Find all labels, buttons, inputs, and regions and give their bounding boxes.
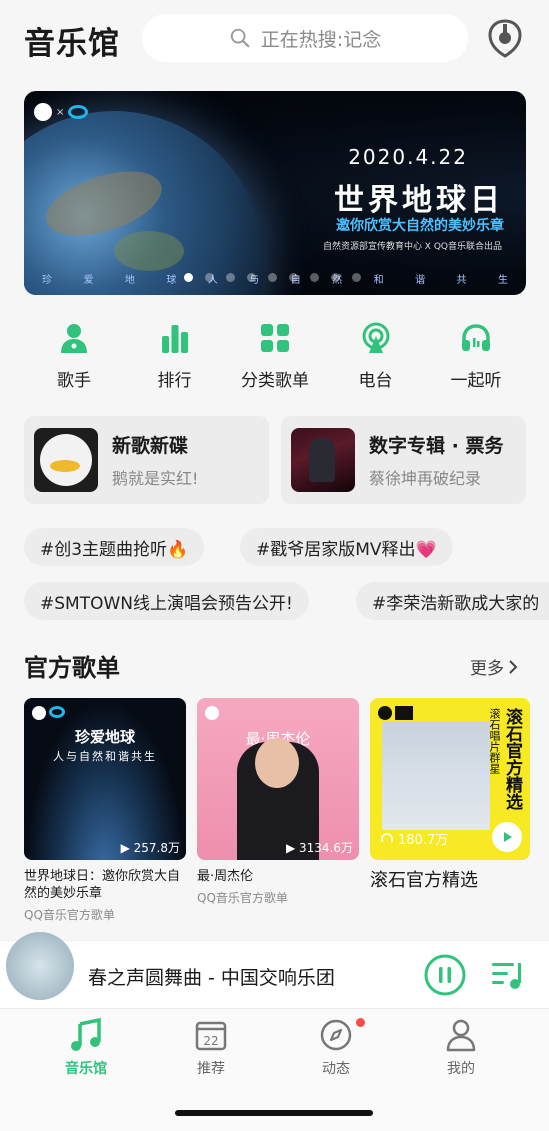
playlist-source: QQ音乐官方歌单 xyxy=(24,908,115,922)
category-listen-together[interactable]: 一起听 xyxy=(426,322,526,391)
penguin-thumbnail xyxy=(34,428,98,492)
person-icon xyxy=(446,1019,476,1052)
carousel-dot[interactable] xyxy=(184,273,193,282)
carousel-indicator[interactable] xyxy=(184,273,361,282)
play-icon xyxy=(504,832,512,842)
playlist-source: QQ音乐官方歌单 xyxy=(197,891,288,905)
chart-icon xyxy=(161,325,188,353)
carousel-dot[interactable] xyxy=(289,273,298,282)
notification-dot xyxy=(356,1018,365,1027)
banner-date: 2020.4.22 xyxy=(348,145,468,169)
page-title: 音乐馆 xyxy=(24,26,120,62)
search-icon xyxy=(230,28,250,48)
grid-icon xyxy=(261,324,289,352)
playlist-cover: 最·周杰伦 ▶ 3134.6万 xyxy=(197,698,359,860)
headphones-icon xyxy=(381,832,393,842)
album-disc[interactable] xyxy=(6,932,74,1000)
more-link[interactable]: 更多 xyxy=(470,654,518,679)
carousel-dot[interactable] xyxy=(268,273,277,282)
play-button[interactable] xyxy=(492,822,522,852)
carousel-dot[interactable] xyxy=(226,273,235,282)
carousel-dot[interactable] xyxy=(205,273,214,282)
category-radio[interactable]: 电台 xyxy=(326,322,426,391)
chevron-right-icon xyxy=(509,659,518,674)
play-count: ▶ 3134.6万 xyxy=(285,841,353,855)
cover-logos xyxy=(32,706,65,720)
banner-subtitle: 邀你欣赏大自然的美妙乐章 xyxy=(336,218,504,234)
category-row: 歌手 排行 分类歌单 电台 一起听 xyxy=(24,322,526,391)
cover-logos xyxy=(378,706,413,720)
hot-tag[interactable]: #创3主题曲抢听🔥 xyxy=(24,528,205,566)
digital-album-card[interactable]: 数字专辑 · 票务 蔡徐坤再破纪录 xyxy=(281,416,526,504)
category-singer[interactable]: 歌手 xyxy=(24,322,124,391)
playlist-cover: 滚石官方精选 滚石唱片群星 180.7万 xyxy=(370,698,530,860)
compass-icon xyxy=(320,1019,352,1051)
carousel-dot[interactable] xyxy=(352,273,361,282)
playlist-name: 滚石官方精选 xyxy=(370,870,478,891)
album-thumbnail xyxy=(291,428,355,492)
hot-tag[interactable]: #SMTOWN线上演唱会预告公开! xyxy=(24,582,309,620)
tab-feed[interactable]: 动态 xyxy=(291,1018,381,1078)
playlist-name: 最·周杰伦 xyxy=(197,869,254,884)
artists-photo xyxy=(382,722,490,830)
recognize-music-icon[interactable] xyxy=(486,18,524,58)
home-indicator[interactable] xyxy=(175,1110,373,1116)
partner-logo-icon xyxy=(68,105,89,119)
playlist-name: 世界地球日：邀你欣赏大自然的美妙乐章 xyxy=(24,869,181,901)
calendar-icon: 22 xyxy=(195,1021,227,1051)
carousel-dot[interactable] xyxy=(331,273,340,282)
playlist-card[interactable]: 珍爱地球 人与自然和谐共生 ▶ 257.8万 世界地球日：邀你欣赏大自然的美妙乐… xyxy=(24,698,186,923)
banner-logos: × xyxy=(34,103,89,121)
tab-me[interactable]: 我的 xyxy=(416,1018,506,1078)
search-input[interactable]: 正在热搜:记念 xyxy=(142,14,468,62)
playlist-card[interactable]: 滚石官方精选 滚石唱片群星 180.7万 滚石官方精选 xyxy=(370,698,530,891)
carousel-dot[interactable] xyxy=(247,273,256,282)
play-count: ▶ 257.8万 xyxy=(120,841,180,855)
hero-banner[interactable]: × 2020.4.22 世界地球日 邀你欣赏大自然的美妙乐章 自然资源部宣传教育… xyxy=(24,91,526,295)
hot-tag[interactable]: #李荣浩新歌成大家的 xyxy=(356,582,549,620)
svg-text:22: 22 xyxy=(203,1034,218,1048)
pause-button[interactable] xyxy=(424,954,466,996)
playlist-queue-icon[interactable] xyxy=(490,958,526,992)
banner-org: 自然资源部宣传教育中心 X QQ音乐联合出品 xyxy=(322,242,502,252)
new-releases-card[interactable]: 新歌新碟 鹅就是实红! xyxy=(24,416,269,504)
section-title: 官方歌单 xyxy=(24,654,120,682)
tab-music-hall[interactable]: 音乐馆 xyxy=(41,1018,131,1078)
music-note-icon xyxy=(71,1018,101,1051)
search-placeholder: 正在热搜:记念 xyxy=(260,28,382,51)
carousel-dot[interactable] xyxy=(310,273,319,282)
singer-icon xyxy=(61,324,87,353)
hot-tag[interactable]: #戳爷居家版MV释出💗 xyxy=(240,528,453,566)
qqmusic-logo-icon xyxy=(34,103,52,121)
headphones-icon xyxy=(462,324,490,351)
listener-count: 180.7万 xyxy=(380,829,448,848)
category-chart[interactable]: 排行 xyxy=(125,322,225,391)
now-playing-title[interactable]: 春之声圆舞曲 - 中国交响乐团 xyxy=(88,963,335,990)
banner-title: 世界地球日 xyxy=(334,183,504,218)
radio-icon xyxy=(362,322,389,353)
playlist-card[interactable]: 最·周杰伦 ▶ 3134.6万 最·周杰伦 QQ音乐官方歌单 xyxy=(197,698,359,906)
playlist-cover: 珍爱地球 人与自然和谐共生 ▶ 257.8万 xyxy=(24,698,186,860)
qqmusic-logo-icon xyxy=(205,706,219,720)
tab-recommend[interactable]: 22 推荐 xyxy=(166,1018,256,1078)
category-playlist-types[interactable]: 分类歌单 xyxy=(225,322,325,391)
